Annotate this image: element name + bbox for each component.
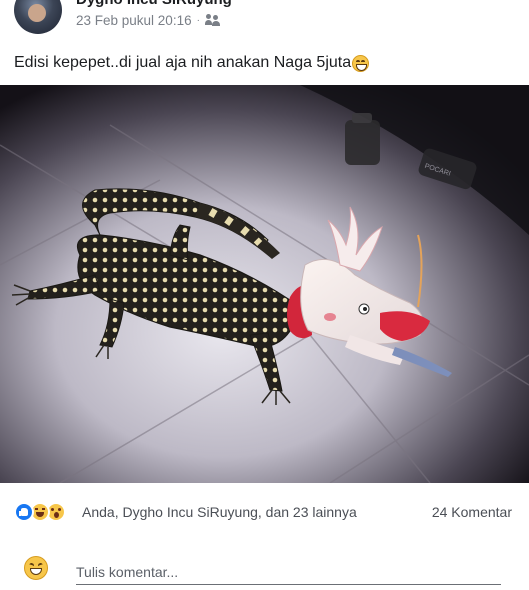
post-meta: 23 Feb pukul 20:16 · — [76, 11, 221, 29]
post-text: Edisi kepepet..di jual aja nih anakan Na… — [14, 54, 370, 72]
avatar-face — [28, 4, 46, 22]
post-timestamp[interactable]: 23 Feb pukul 20:16 — [76, 13, 192, 28]
post-header: Dygho Incu SiRuyung 23 Feb pukul 20:16 · — [0, 0, 529, 40]
like-reaction-icon — [14, 502, 34, 522]
friends-icon[interactable] — [204, 14, 221, 26]
avatar[interactable] — [14, 0, 62, 34]
meta-separator: · — [196, 14, 200, 26]
grinning-squinting-face-emoji-icon[interactable] — [24, 556, 48, 580]
comment-count[interactable]: 24 Komentar — [432, 504, 512, 520]
reaction-summary[interactable]: Anda, Dygho Incu SiRuyung, dan 23 lainny… — [82, 504, 357, 520]
lizard-photo-illustration: POCARI — [0, 85, 529, 483]
comment-composer — [0, 550, 529, 590]
comment-input[interactable] — [76, 560, 501, 585]
post-caption: Edisi kepepet..di jual aja nih anakan Na… — [14, 54, 352, 71]
reaction-icons[interactable] — [14, 502, 78, 522]
reactions-bar: Anda, Dygho Incu SiRuyung, dan 23 lainny… — [0, 498, 529, 526]
grinning-squinting-face-emoji-icon — [352, 54, 370, 72]
author-name[interactable]: Dygho Incu SiRuyung — [76, 0, 232, 8]
post-photo[interactable]: POCARI — [0, 85, 529, 483]
